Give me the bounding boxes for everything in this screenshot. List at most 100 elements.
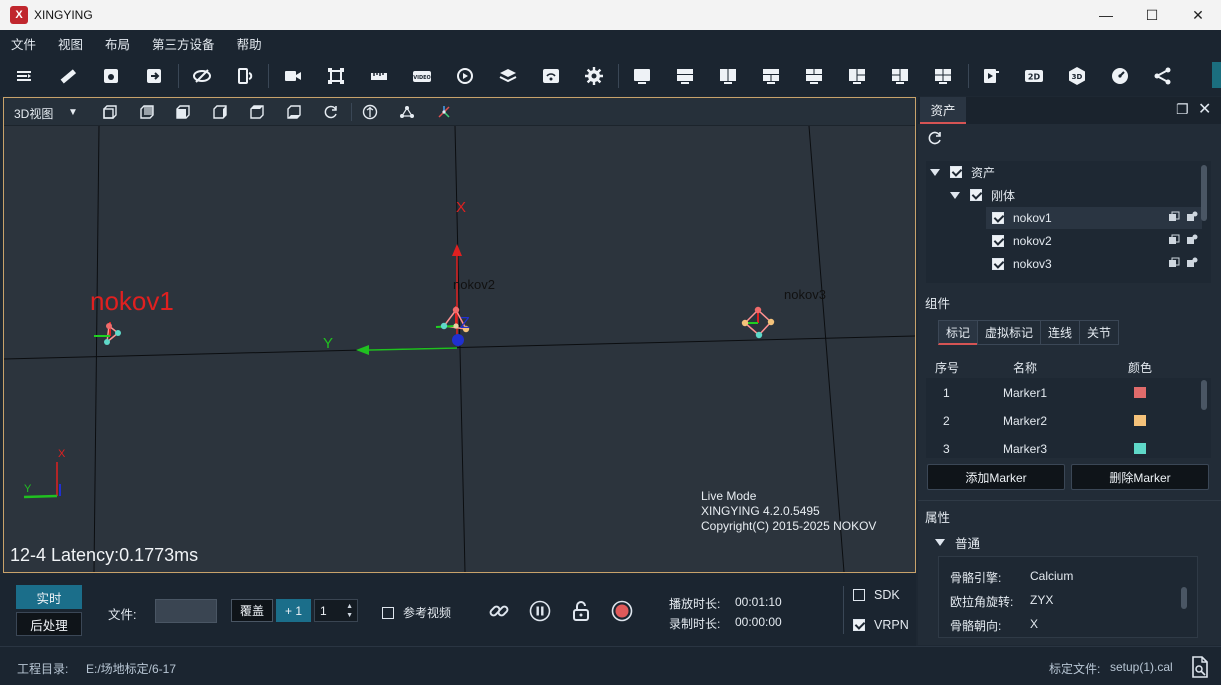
- frame-icon[interactable]: [323, 63, 349, 89]
- menu-third-party-devices[interactable]: 第三方设备: [141, 34, 226, 53]
- 2d-icon[interactable]: 2D: [1021, 63, 1047, 89]
- ruler-icon[interactable]: [55, 63, 81, 89]
- reference-video-checkbox[interactable]: [382, 606, 394, 619]
- chevron-down-icon[interactable]: ▼: [68, 107, 78, 118]
- view-bottom-icon[interactable]: [285, 103, 303, 121]
- tree-item-nokov3[interactable]: nokov3: [986, 253, 1202, 275]
- record-button[interactable]: [610, 599, 634, 623]
- reference-video-toggle[interactable]: 参考视频: [382, 604, 451, 621]
- import-icon[interactable]: [11, 63, 37, 89]
- tree-group-rigid[interactable]: 刚体: [950, 184, 1015, 206]
- increment-stepper[interactable]: 1 ▲ ▼: [314, 599, 358, 622]
- layout-three-a-icon[interactable]: [758, 63, 784, 89]
- layout-four-icon[interactable]: [930, 63, 956, 89]
- layout-two-cols-icon[interactable]: [715, 63, 741, 89]
- view-mode-select[interactable]: 3D视图: [14, 105, 53, 122]
- viewport-3d[interactable]: 3D视图 ▼ X Y Z nokov1 nokov2 nokov3 X Y Li…: [3, 97, 916, 573]
- close-button[interactable]: ✕: [1175, 0, 1221, 30]
- network-icon[interactable]: [538, 63, 564, 89]
- copy-icon[interactable]: [1168, 211, 1180, 223]
- measure-icon[interactable]: [366, 63, 392, 89]
- tab-markers[interactable]: 标记: [938, 320, 979, 345]
- menu-help[interactable]: 帮助: [226, 34, 273, 53]
- 3d-icon[interactable]: 3D: [1064, 63, 1090, 89]
- property-row[interactable]: 欧拉角旋转: ZYX: [950, 593, 1053, 610]
- toolbar-expand-handle[interactable]: [1212, 62, 1221, 88]
- tree-item-nokov1[interactable]: nokov1: [986, 207, 1202, 229]
- table-row[interactable]: 3 Marker3: [926, 434, 1196, 458]
- layout-two-rows-icon[interactable]: [672, 63, 698, 89]
- checkbox-rigid[interactable]: [970, 189, 982, 201]
- copy-icon[interactable]: [1168, 234, 1180, 246]
- view-front-icon[interactable]: [101, 103, 119, 121]
- vrpn-checkbox[interactable]: [853, 619, 865, 631]
- skeleton-view-icon[interactable]: [361, 103, 379, 121]
- tree-root[interactable]: 资产: [930, 161, 995, 183]
- stepper-down-icon[interactable]: ▼: [346, 612, 353, 619]
- checkbox-root[interactable]: [950, 166, 962, 178]
- settings-icon[interactable]: [1186, 234, 1198, 246]
- property-value[interactable]: ZYX: [1030, 593, 1053, 607]
- file-select-input[interactable]: [155, 599, 217, 623]
- view-right-icon[interactable]: [211, 103, 229, 121]
- realtime-mode-button[interactable]: 实时: [16, 585, 82, 609]
- checkbox-nokov2[interactable]: [992, 235, 1004, 247]
- delete-marker-button[interactable]: 删除Marker: [1071, 464, 1209, 490]
- caret-down-icon[interactable]: [950, 191, 960, 199]
- tab-assets[interactable]: 资产: [920, 97, 966, 124]
- checkbox-nokov1[interactable]: [992, 212, 1004, 224]
- overwrite-button[interactable]: 覆盖: [231, 599, 273, 622]
- property-value[interactable]: Calcium: [1030, 569, 1073, 583]
- properties-group-general[interactable]: 普通: [935, 533, 980, 552]
- hide-icon[interactable]: [189, 63, 215, 89]
- properties-scrollbar[interactable]: [1181, 587, 1187, 609]
- settings-icon[interactable]: [1186, 211, 1198, 223]
- property-row[interactable]: 骨骼引擎: Calcium: [950, 569, 1073, 586]
- close-panel-icon[interactable]: ✕: [1198, 99, 1211, 119]
- tree-item-nokov2[interactable]: nokov2: [986, 230, 1202, 252]
- calibration-file-icon[interactable]: [1190, 656, 1210, 678]
- caret-down-icon[interactable]: [930, 168, 940, 176]
- skeleton-icon[interactable]: [1150, 63, 1176, 89]
- layout-single-icon[interactable]: [629, 63, 655, 89]
- reset-view-icon[interactable]: [322, 103, 340, 121]
- tab-virtual-markers[interactable]: 虚拟标记: [977, 320, 1042, 345]
- view-back-icon[interactable]: [138, 103, 156, 121]
- tree-scrollbar[interactable]: [1201, 165, 1207, 221]
- export-icon[interactable]: [141, 63, 167, 89]
- scene-canvas[interactable]: X Y Z nokov1 nokov2 nokov3 X Y Live Mode…: [4, 126, 915, 572]
- playback-icon[interactable]: [452, 63, 478, 89]
- property-value[interactable]: X: [1030, 617, 1038, 631]
- property-row[interactable]: 骨骼朝向: X: [950, 617, 1038, 634]
- add-marker-button[interactable]: 添加Marker: [927, 464, 1065, 490]
- caret-down-icon[interactable]: [935, 539, 945, 546]
- layout-three-c-icon[interactable]: [844, 63, 870, 89]
- swap-icon[interactable]: [232, 63, 258, 89]
- refresh-icon[interactable]: [927, 130, 943, 146]
- vrpn-toggle[interactable]: VRPN: [853, 618, 909, 632]
- export-video-icon[interactable]: [978, 63, 1004, 89]
- view-top-icon[interactable]: [248, 103, 266, 121]
- layout-three-d-icon[interactable]: [887, 63, 913, 89]
- post-process-mode-button[interactable]: 后处理: [16, 612, 82, 636]
- tab-links[interactable]: 连线: [1040, 320, 1081, 345]
- menu-view[interactable]: 视图: [47, 34, 94, 53]
- pause-button[interactable]: [528, 599, 552, 623]
- view-left-icon[interactable]: [174, 103, 192, 121]
- speed-icon[interactable]: [1107, 63, 1133, 89]
- sdk-checkbox[interactable]: [853, 589, 865, 601]
- stepper-up-icon[interactable]: ▲: [346, 603, 353, 610]
- copy-icon[interactable]: [1168, 257, 1180, 269]
- layers-icon[interactable]: [495, 63, 521, 89]
- table-row[interactable]: 2 Marker2: [926, 406, 1196, 434]
- minimize-button[interactable]: —: [1083, 0, 1129, 30]
- video-icon[interactable]: VIDEO: [409, 63, 435, 89]
- sdk-toggle[interactable]: SDK: [853, 588, 900, 602]
- tab-joints[interactable]: 关节: [1079, 320, 1120, 345]
- marker-color-swatch[interactable]: [1134, 443, 1146, 454]
- rigid-view-icon[interactable]: [398, 103, 416, 121]
- marker-view-icon[interactable]: [435, 103, 453, 121]
- marker-color-swatch[interactable]: [1134, 387, 1146, 398]
- settings-icon[interactable]: [1186, 257, 1198, 269]
- camera-save-icon[interactable]: [98, 63, 124, 89]
